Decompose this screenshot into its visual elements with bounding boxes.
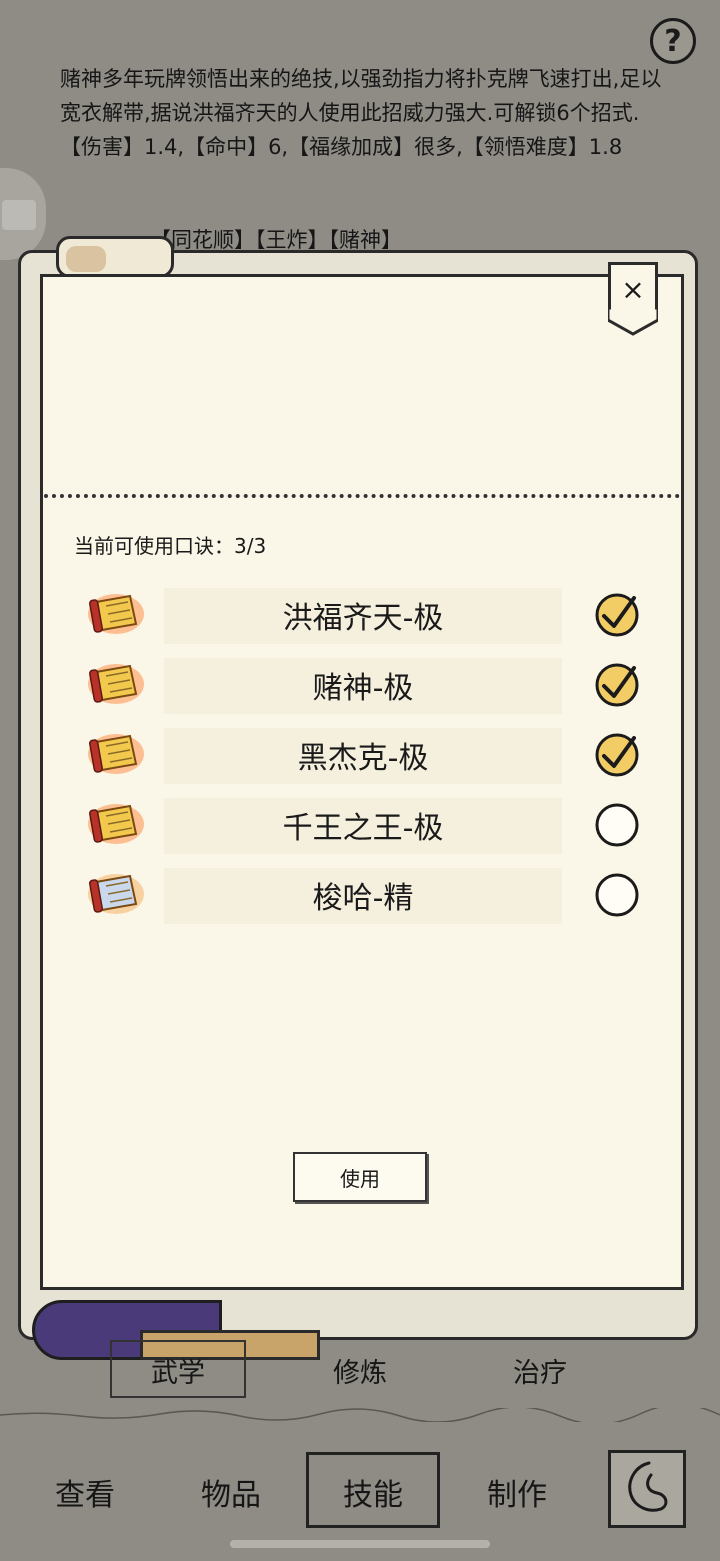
side-tab-icon [2,200,36,230]
skill-description: 赌神多年玩牌领悟出来的绝技,以强劲指力将扑克牌飞速打出,足以宽衣解带,据说洪福齐… [60,62,670,164]
description-text: 赌神多年玩牌领悟出来的绝技,以强劲指力将扑克牌飞速打出,足以宽衣解带,据说洪福齐… [60,67,662,125]
home-indicator[interactable] [230,1540,490,1548]
close-tab-tip [608,308,658,336]
gold-scroll-icon [88,734,144,774]
blue-scroll-icon [88,874,144,914]
nav-items[interactable]: 物品 [176,1460,286,1524]
skill-name: 梭哈-精 [312,881,414,916]
empty-circle-icon[interactable] [594,872,640,918]
dotted-divider [44,494,680,498]
nav-view[interactable]: 查看 [30,1460,140,1524]
skill-name: 黑杰克-极 [297,741,429,776]
help-button[interactable]: ? [650,18,696,64]
checked-circle-icon[interactable] [594,732,640,778]
skill-row[interactable]: 洪福齐天-极 [86,584,656,646]
scroll-roll-top-inner [66,246,106,272]
gold-scroll-icon [88,804,144,844]
skill-name: 赌神-极 [312,671,414,706]
available-count-label: 当前可使用口诀：3/3 [74,534,267,558]
checked-circle-icon[interactable] [594,592,640,638]
question-icon: ? [664,23,682,59]
checked-circle-icon[interactable] [594,662,640,708]
back-icon [628,1461,668,1512]
skill-row[interactable]: 黑杰克-极 [86,724,656,786]
gold-scroll-icon [88,594,144,634]
nav-skills[interactable]: 技能 [306,1460,440,1524]
subtab-zhiliao[interactable]: 治疗 [480,1345,600,1395]
skill-row[interactable]: 赌神-极 [86,654,656,716]
ink-divider [0,1408,720,1422]
nav-craft[interactable]: 制作 [462,1460,572,1524]
subtab-xiulian[interactable]: 修炼 [300,1345,420,1395]
skill-name: 洪福齐天-极 [282,601,444,636]
skill-row[interactable]: 梭哈-精 [86,864,656,926]
gold-scroll-icon [88,664,144,704]
use-button[interactable]: 使用 [293,1152,427,1202]
skill-row[interactable]: 千王之王-极 [86,794,656,856]
empty-circle-icon[interactable] [594,802,640,848]
subtab-wuxue[interactable]: 武学 [110,1345,246,1395]
skill-name: 千王之王-极 [282,811,444,846]
description-stats: 【伤害】1.4,【命中】6,【福缘加成】很多,【领悟难度】1.8 [60,135,623,159]
back-button[interactable] [608,1450,686,1528]
close-icon[interactable]: × [608,268,658,310]
